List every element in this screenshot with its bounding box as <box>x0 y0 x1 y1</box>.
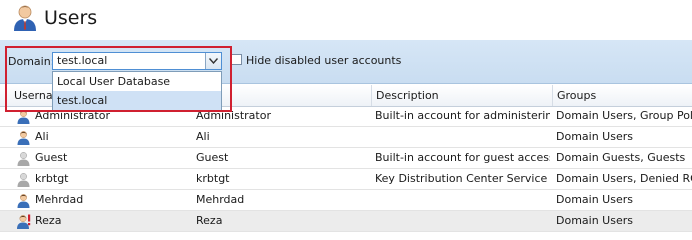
cell-description <box>375 190 550 210</box>
user-icon <box>17 194 30 208</box>
column-header-description[interactable]: Description <box>371 85 552 106</box>
table-row[interactable]: krbtgt krbtgt Key Distribution Center Se… <box>0 169 692 190</box>
cell-groups: Domain Users <box>556 214 633 227</box>
users-icon <box>14 5 36 31</box>
cell-groups: Domain Users, Group Policy C <box>556 109 692 122</box>
cell-username: Guest <box>35 151 68 164</box>
user-disabled-icon <box>17 173 30 187</box>
domain-dropdown-list: Local User Database test.local <box>52 71 222 111</box>
cell-groups: Domain Users <box>556 193 633 206</box>
table-row[interactable]: Guest Guest Built-in account for guest a… <box>0 148 692 169</box>
table-row[interactable]: Ali Ali Domain Users <box>0 127 692 148</box>
cell-description: Key Distribution Center Service A... <box>375 172 550 185</box>
dropdown-button[interactable] <box>205 53 221 69</box>
cell-username: Ali <box>35 130 49 143</box>
user-disabled-icon <box>17 152 30 166</box>
cell-groups: Domain Users <box>556 130 633 143</box>
cell-name: Reza <box>196 214 223 227</box>
dropdown-option-test-local[interactable]: test.local <box>53 91 221 110</box>
hide-disabled-label[interactable]: Hide disabled user accounts <box>246 54 401 67</box>
table-row[interactable]: Mehrdad Mehrdad Domain Users <box>0 190 692 211</box>
cell-description <box>375 127 550 147</box>
chevron-down-icon <box>209 58 218 64</box>
domain-select[interactable]: test.local <box>52 52 222 70</box>
cell-username: Mehrdad <box>35 193 84 206</box>
page-header: Users <box>0 0 692 40</box>
hide-disabled-checkbox[interactable] <box>231 54 242 65</box>
cell-groups: Domain Guests, Guests <box>556 151 686 164</box>
cell-name: Ali <box>196 130 210 143</box>
cell-name: Guest <box>196 151 229 164</box>
cell-description: Built-in account for administering ... <box>375 109 550 122</box>
cell-description: Built-in account for guest access ... <box>375 151 550 164</box>
cell-username: Reza <box>35 214 62 227</box>
cell-name: Mehrdad <box>196 193 245 206</box>
cell-name: krbtgt <box>196 172 230 185</box>
domain-label: Domain: <box>8 55 55 68</box>
user-icon <box>17 131 30 145</box>
page-title: Users <box>44 7 98 29</box>
domain-select-value: test.local <box>57 54 108 67</box>
user-warning-icon <box>17 214 31 229</box>
cell-description <box>375 211 550 231</box>
cell-username: krbtgt <box>35 172 69 185</box>
user-icon <box>17 110 30 124</box>
column-header-groups[interactable]: Groups <box>552 85 692 106</box>
dropdown-option-local-user-database[interactable]: Local User Database <box>53 72 221 91</box>
cell-groups: Domain Users, Denied RODC <box>556 172 692 185</box>
table-row[interactable]: Reza Reza Domain Users <box>0 211 692 232</box>
